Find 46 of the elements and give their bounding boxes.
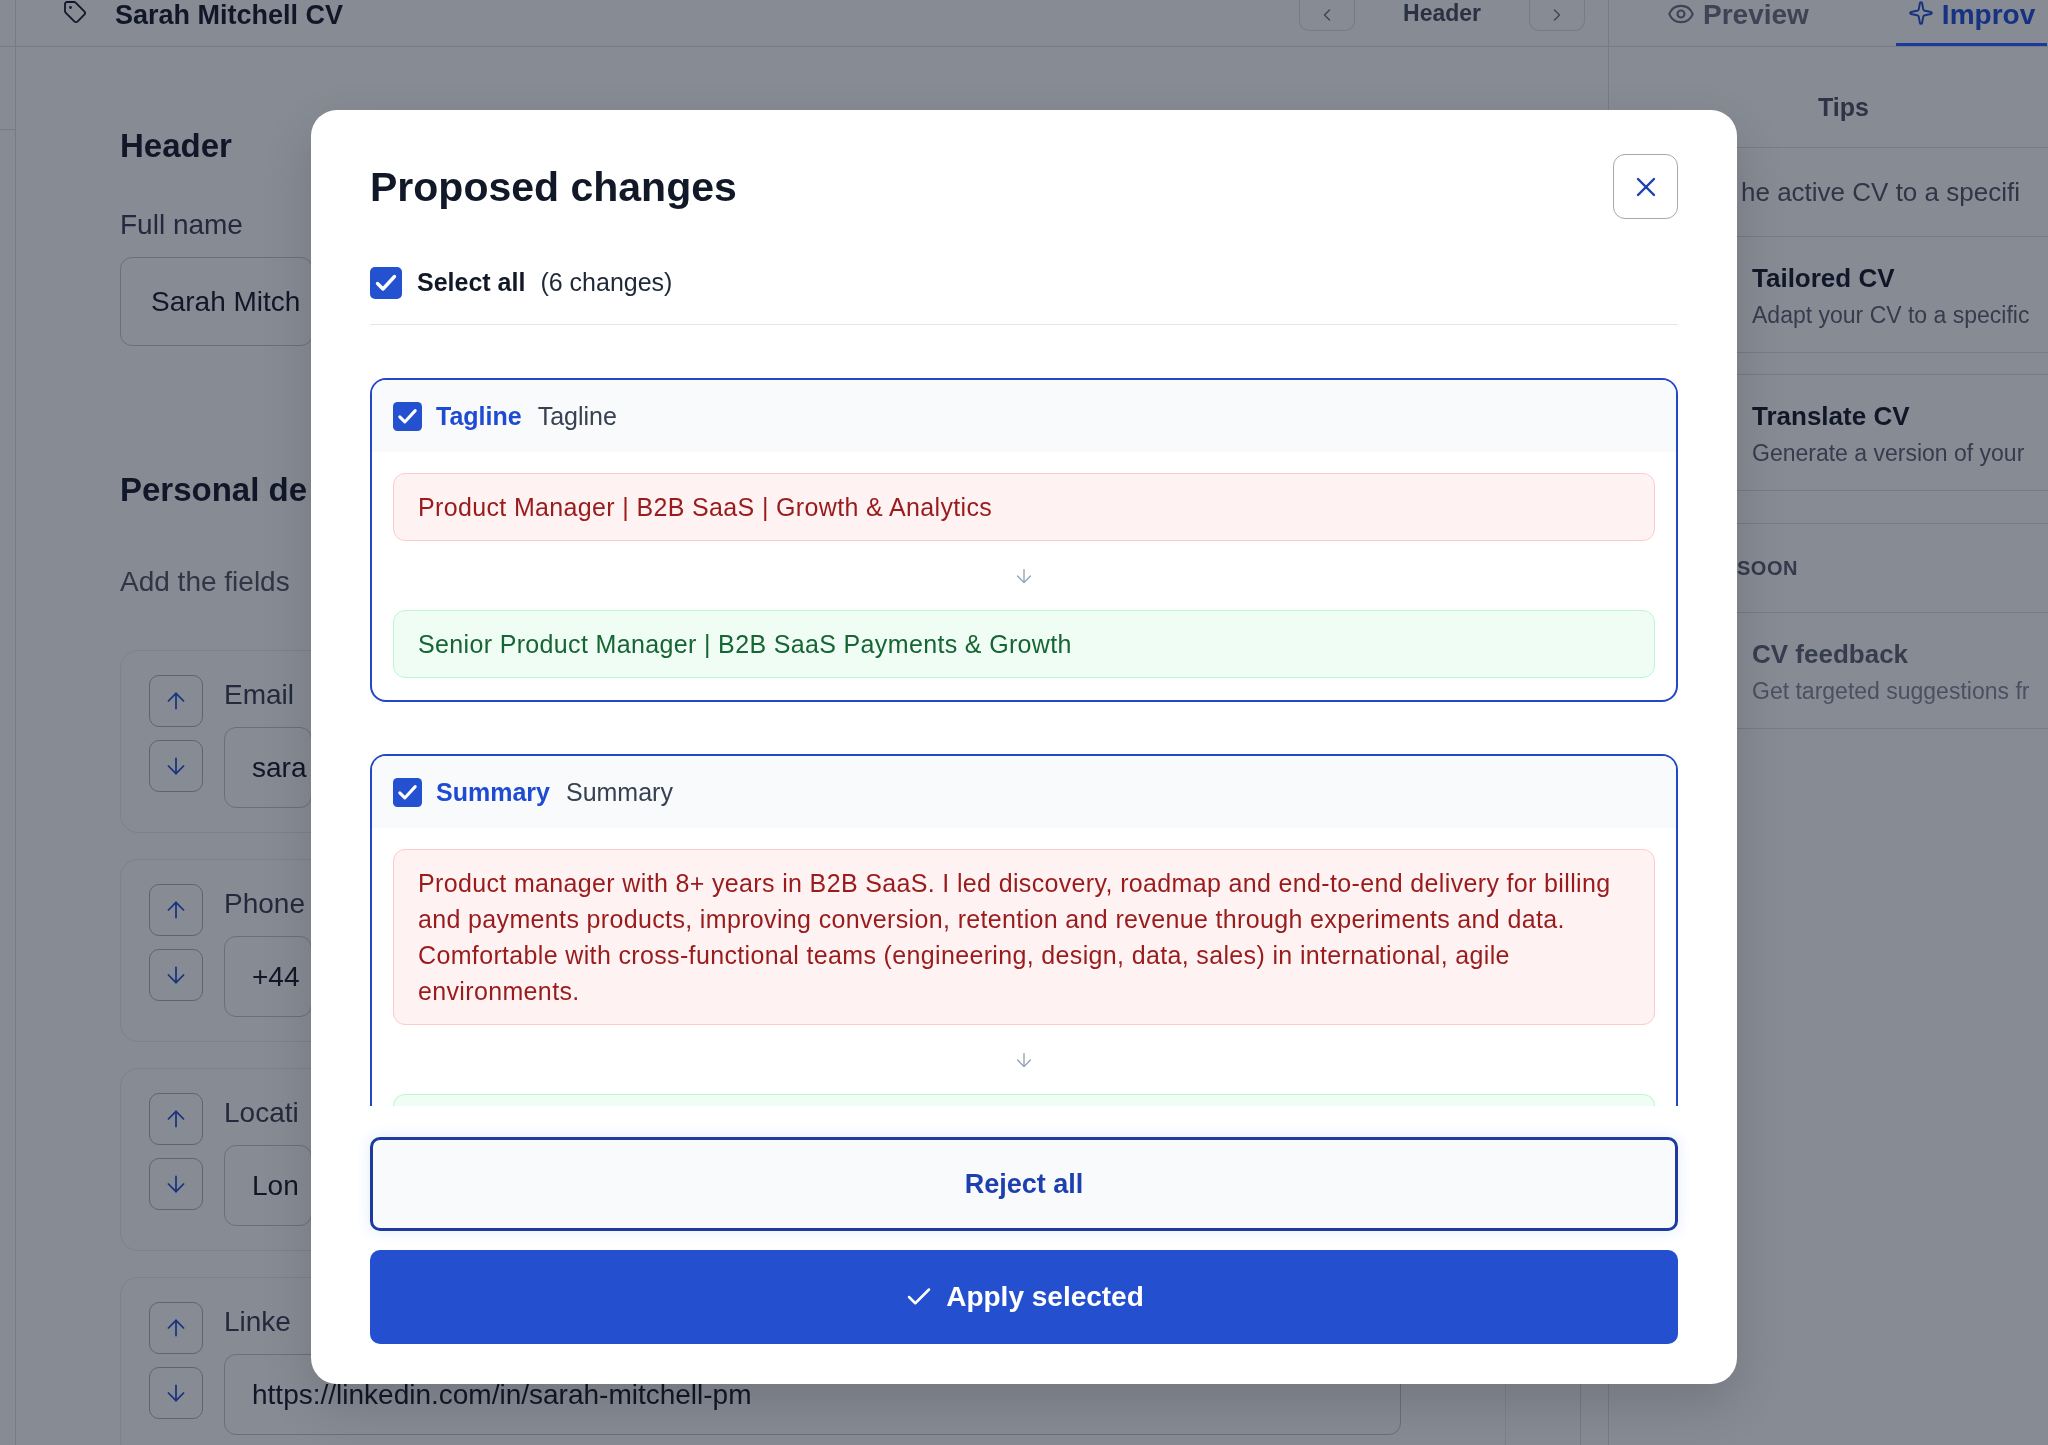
- close-button[interactable]: [1613, 154, 1678, 219]
- change-section: Summary: [565, 777, 673, 807]
- move-down-button[interactable]: [149, 1367, 203, 1419]
- tool-description: Adapt your CV to a specific: [1752, 300, 2031, 330]
- change-checkbox[interactable]: [393, 777, 422, 807]
- field-label: Linke: [224, 1305, 291, 1339]
- removed-text: Product manager with 8+ years in B2B SaaS. I led discovery, roadmap and end-to-end delivery for billing and payments products, improving conversion, retention and revenue through experiments and data. Comfortable with cross-functional teams (engineering, design, data, sales) in international, agile environments.: [393, 849, 1655, 1025]
- move-up-button[interactable]: [149, 1302, 203, 1354]
- change-title: Tagline: [436, 401, 522, 431]
- document-title: Sarah Mitchell CV: [115, 0, 344, 30]
- tool-description: Generate a version of your: [1752, 438, 2026, 468]
- panel-heading: Tips: [1818, 92, 1869, 122]
- field-label: Phone: [224, 887, 305, 921]
- tab[interactable]: Improv: [1895, 0, 2048, 46]
- tab[interactable]: Preview: [1655, 0, 1821, 46]
- change-checkbox[interactable]: [393, 401, 422, 431]
- change-section: Tagline: [537, 401, 617, 431]
- change-title: Summary: [436, 777, 550, 807]
- section-title: Personal de: [120, 470, 308, 510]
- tool-title: CV feedback: [1752, 638, 1910, 669]
- move-up-button[interactable]: [149, 884, 203, 936]
- field-label: Email: [224, 678, 294, 712]
- tool-title: Tailored CV: [1752, 262, 1896, 293]
- section-hint: Add the fields: [120, 565, 290, 599]
- tag-icon: [63, 0, 87, 24]
- section-label: Header: [1403, 0, 1481, 26]
- apply-selected-button[interactable]: Apply selected: [370, 1250, 1678, 1344]
- dialog-title: Proposed changes: [370, 162, 737, 212]
- section-title: Header: [120, 126, 232, 166]
- tool-title: Translate CV: [1752, 400, 1911, 431]
- added-text: Senior Product Manager | B2B SaaS Payments & Growth: [393, 610, 1655, 678]
- field-label: Locati: [224, 1096, 299, 1130]
- sparkle-icon: [1907, 0, 1934, 26]
- move-down-button[interactable]: [149, 949, 203, 1001]
- reject-all-button[interactable]: Reject all: [370, 1137, 1678, 1231]
- move-up-button[interactable]: [149, 1093, 203, 1145]
- select-all-checkbox[interactable]: [370, 266, 402, 299]
- select-all-label: Select all: [417, 268, 526, 297]
- removed-text: Product Manager | B2B SaaS | Growth & Analytics: [393, 473, 1655, 541]
- tool-description: Get targeted suggestions fr: [1752, 676, 2031, 706]
- move-up-button[interactable]: [149, 675, 203, 727]
- move-down-button[interactable]: [149, 1158, 203, 1210]
- panel-intro-text: he active CV to a specifi: [1740, 175, 2021, 209]
- field-label: Full name: [120, 208, 243, 242]
- move-down-button[interactable]: [149, 740, 203, 792]
- change-count: (6 changes): [540, 268, 673, 297]
